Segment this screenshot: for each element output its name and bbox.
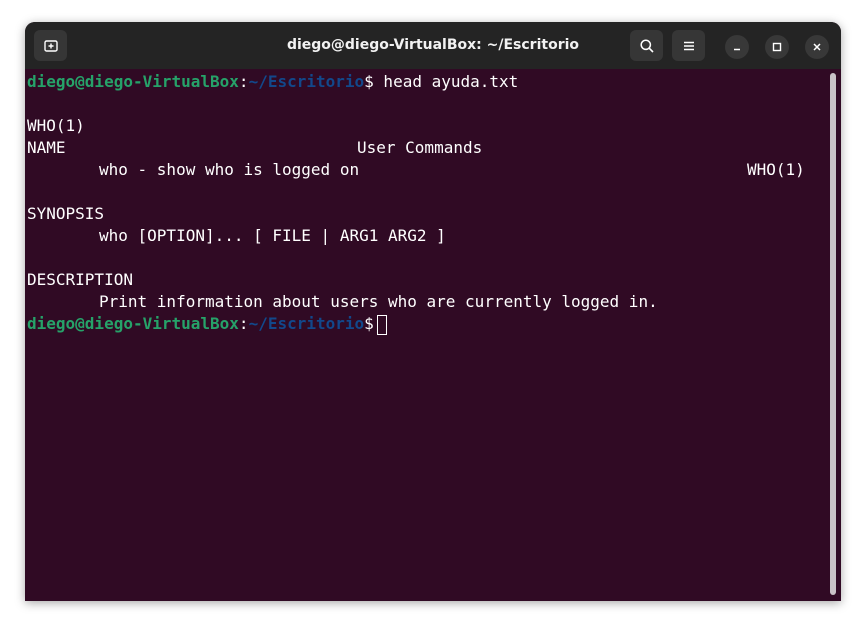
man-header-line: WHO(1) User Commands WHO(1) bbox=[27, 93, 807, 179]
name-description: who - show who is logged on bbox=[99, 160, 360, 179]
prompt-user-host: diego@diego-VirtualBox bbox=[27, 314, 239, 333]
new-tab-icon bbox=[43, 39, 58, 52]
command-prompt-line: diego@diego-VirtualBox:~/Escritorio$ bbox=[27, 313, 387, 335]
prompt-path: ~/Escritorio bbox=[248, 72, 365, 91]
description-text: Print information about users who are cu… bbox=[99, 292, 658, 311]
synopsis-text: who [OPTION]... [ FILE | ARG1 ARG2 ] bbox=[99, 226, 446, 245]
prompt-command: head ayuda.txt bbox=[373, 72, 519, 91]
prompt-path: ~/Escritorio bbox=[248, 314, 365, 333]
close-icon bbox=[813, 43, 821, 51]
minimize-icon bbox=[734, 48, 740, 51]
section-heading-name: NAME bbox=[27, 138, 66, 157]
hamburger-menu-icon bbox=[683, 41, 694, 50]
terminal-window: diego@diego-VirtualBox: ~/Escritorio die… bbox=[25, 22, 841, 601]
man-header-right: WHO(1) bbox=[747, 160, 805, 179]
section-text-synopsis: who [OPTION]... [ FILE | ARG1 ARG2 ] bbox=[27, 225, 727, 247]
menu-button[interactable] bbox=[672, 30, 705, 61]
close-button[interactable] bbox=[805, 35, 829, 59]
scrollbar[interactable] bbox=[830, 73, 836, 595]
minimize-button[interactable] bbox=[725, 35, 749, 59]
text-cursor bbox=[376, 314, 387, 335]
maximize-icon bbox=[772, 42, 782, 52]
section-heading-description: DESCRIPTION bbox=[27, 270, 133, 289]
window-title: diego@diego-VirtualBox: ~/Escritorio bbox=[286, 37, 580, 53]
section-text-description: Print information about users who are cu… bbox=[27, 291, 787, 313]
maximize-button[interactable] bbox=[765, 35, 789, 59]
man-header-left: WHO(1) bbox=[27, 116, 85, 135]
search-button[interactable] bbox=[630, 30, 663, 61]
new-tab-button[interactable] bbox=[34, 30, 67, 61]
man-header-center: User Commands bbox=[357, 138, 483, 157]
title-bar[interactable]: diego@diego-VirtualBox: ~/Escritorio bbox=[25, 22, 841, 69]
search-icon bbox=[639, 38, 654, 53]
prompt-separator: : bbox=[238, 72, 249, 91]
prompt-separator: : bbox=[238, 314, 249, 333]
command-prompt-line: diego@diego-VirtualBox:~/Escritorio$ hea… bbox=[27, 71, 518, 93]
prompt-user-host: diego@diego-VirtualBox bbox=[27, 72, 239, 91]
prompt-symbol: $ bbox=[364, 72, 374, 91]
section-heading-synopsis: SYNOPSIS bbox=[27, 204, 105, 223]
section-text-name: who - show who is logged on bbox=[27, 159, 727, 181]
terminal-output[interactable]: diego@diego-VirtualBox:~/Escritorio$ hea… bbox=[25, 69, 841, 601]
prompt-symbol: $ bbox=[364, 314, 374, 333]
